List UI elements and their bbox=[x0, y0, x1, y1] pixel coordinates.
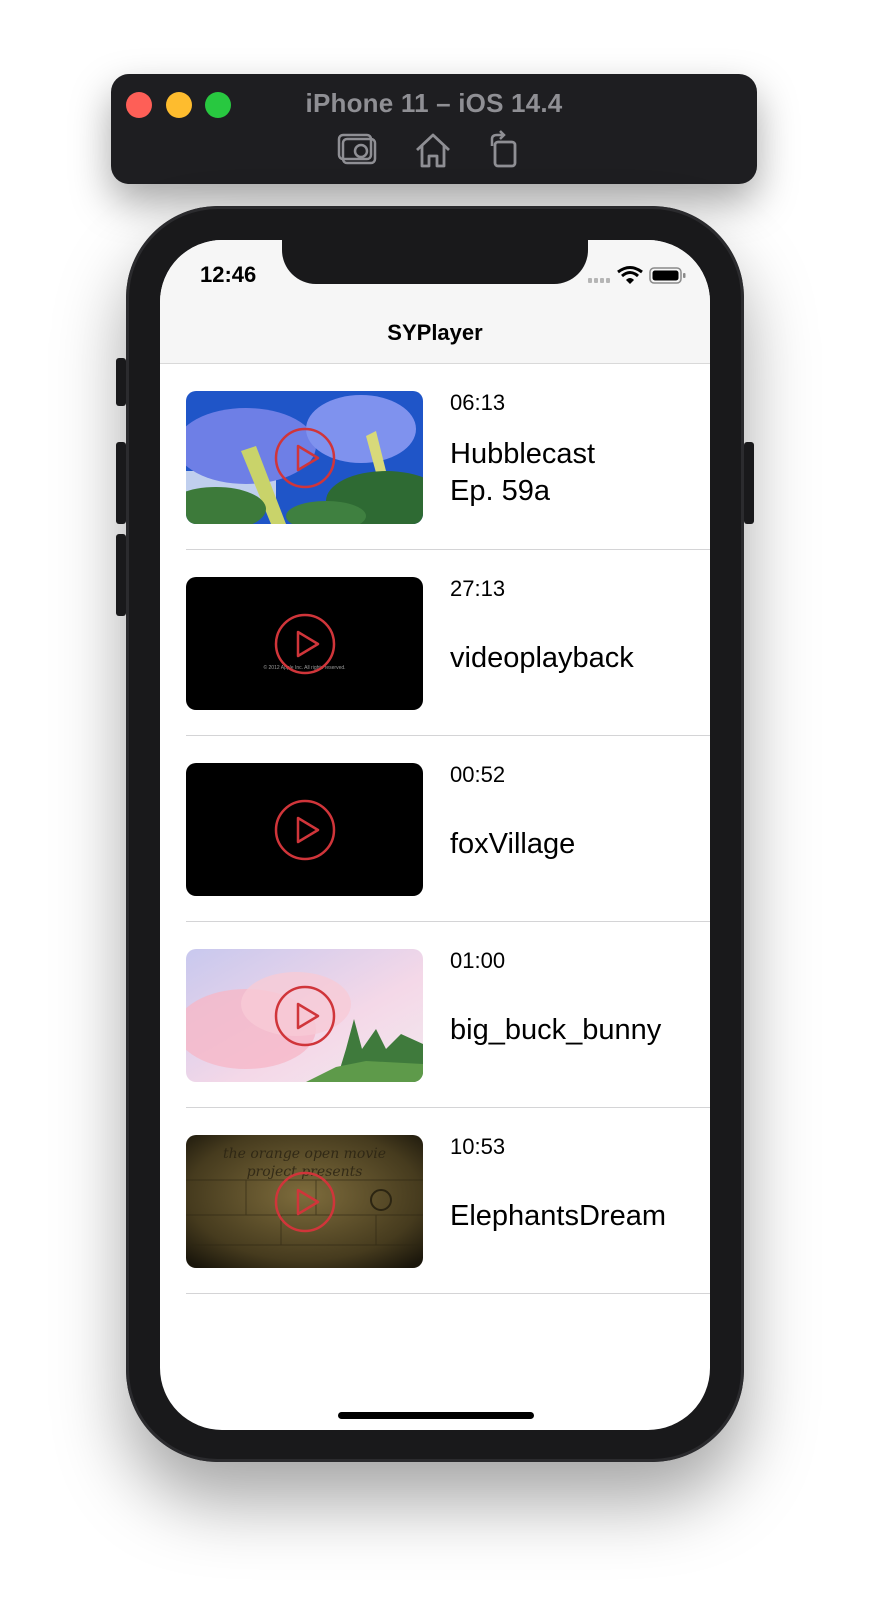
notch bbox=[282, 240, 588, 284]
video-row[interactable]: © 2012 Apple Inc. All rights reserved. 2… bbox=[160, 550, 710, 736]
video-row[interactable]: 06:13 Hubblecast Ep. 59a bbox=[160, 364, 710, 550]
video-title: big_buck_bunny bbox=[450, 1014, 662, 1046]
status-time: 12:46 bbox=[200, 262, 257, 287]
video-row[interactable]: the orange open movie project presents 1… bbox=[160, 1108, 710, 1294]
nav-title: SYPlayer bbox=[387, 320, 483, 345]
camera-icon bbox=[337, 133, 377, 165]
home-icon bbox=[416, 133, 450, 168]
play-icon bbox=[274, 799, 336, 861]
rotate-icon bbox=[490, 130, 517, 168]
row-separator bbox=[186, 1293, 710, 1294]
wifi-icon bbox=[617, 266, 643, 284]
video-duration: 00:52 bbox=[450, 762, 506, 787]
play-icon bbox=[274, 427, 336, 489]
volume-up-button bbox=[116, 442, 126, 524]
play-icon bbox=[274, 985, 336, 1047]
video-title: videoplayback bbox=[450, 642, 634, 674]
video-duration: 10:53 bbox=[450, 1134, 506, 1159]
silent-switch bbox=[116, 358, 126, 406]
screenshot-button[interactable] bbox=[337, 130, 381, 170]
video-row[interactable]: 00:52 foxVillage bbox=[160, 736, 710, 922]
video-list: 06:13 Hubblecast Ep. 59a © 2012 Apple Inc… bbox=[160, 364, 710, 1294]
video-row[interactable]: 01:00 big_buck_bunny bbox=[160, 922, 710, 1108]
simulator-title-bar: iPhone 11 – iOS 14.4 bbox=[111, 74, 757, 184]
rotate-button[interactable] bbox=[483, 130, 527, 170]
video-title: ElephantsDream bbox=[450, 1200, 666, 1232]
play-icon bbox=[274, 1171, 336, 1233]
play-icon bbox=[274, 613, 336, 675]
video-thumbnail[interactable] bbox=[186, 763, 423, 896]
power-button bbox=[744, 442, 754, 524]
video-duration: 06:13 bbox=[450, 390, 506, 415]
home-indicator[interactable] bbox=[338, 1412, 534, 1419]
volume-down-button bbox=[116, 534, 126, 616]
video-title: foxVillage bbox=[450, 828, 576, 860]
video-title: Hubblecast Ep. 59a bbox=[450, 436, 595, 510]
device-screen: SYPlayer 12:46 06:13 Hubblecast Ep. 59a … bbox=[160, 240, 710, 1430]
status-icons bbox=[588, 266, 686, 284]
video-duration: 27:13 bbox=[450, 576, 506, 601]
video-thumbnail[interactable] bbox=[186, 949, 423, 1082]
battery-icon bbox=[649, 267, 686, 284]
video-duration: 01:00 bbox=[450, 948, 506, 973]
simulator-title: iPhone 11 – iOS 14.4 bbox=[305, 88, 563, 118]
cellular-signal-icon bbox=[588, 278, 610, 283]
video-thumbnail[interactable] bbox=[186, 391, 423, 524]
home-button[interactable] bbox=[411, 130, 455, 170]
video-thumbnail[interactable]: the orange open movie project presents bbox=[186, 1135, 423, 1268]
video-thumbnail[interactable]: © 2012 Apple Inc. All rights reserved. bbox=[186, 577, 423, 710]
video-title-line: Hubblecast Ep. 59a bbox=[450, 438, 596, 507]
